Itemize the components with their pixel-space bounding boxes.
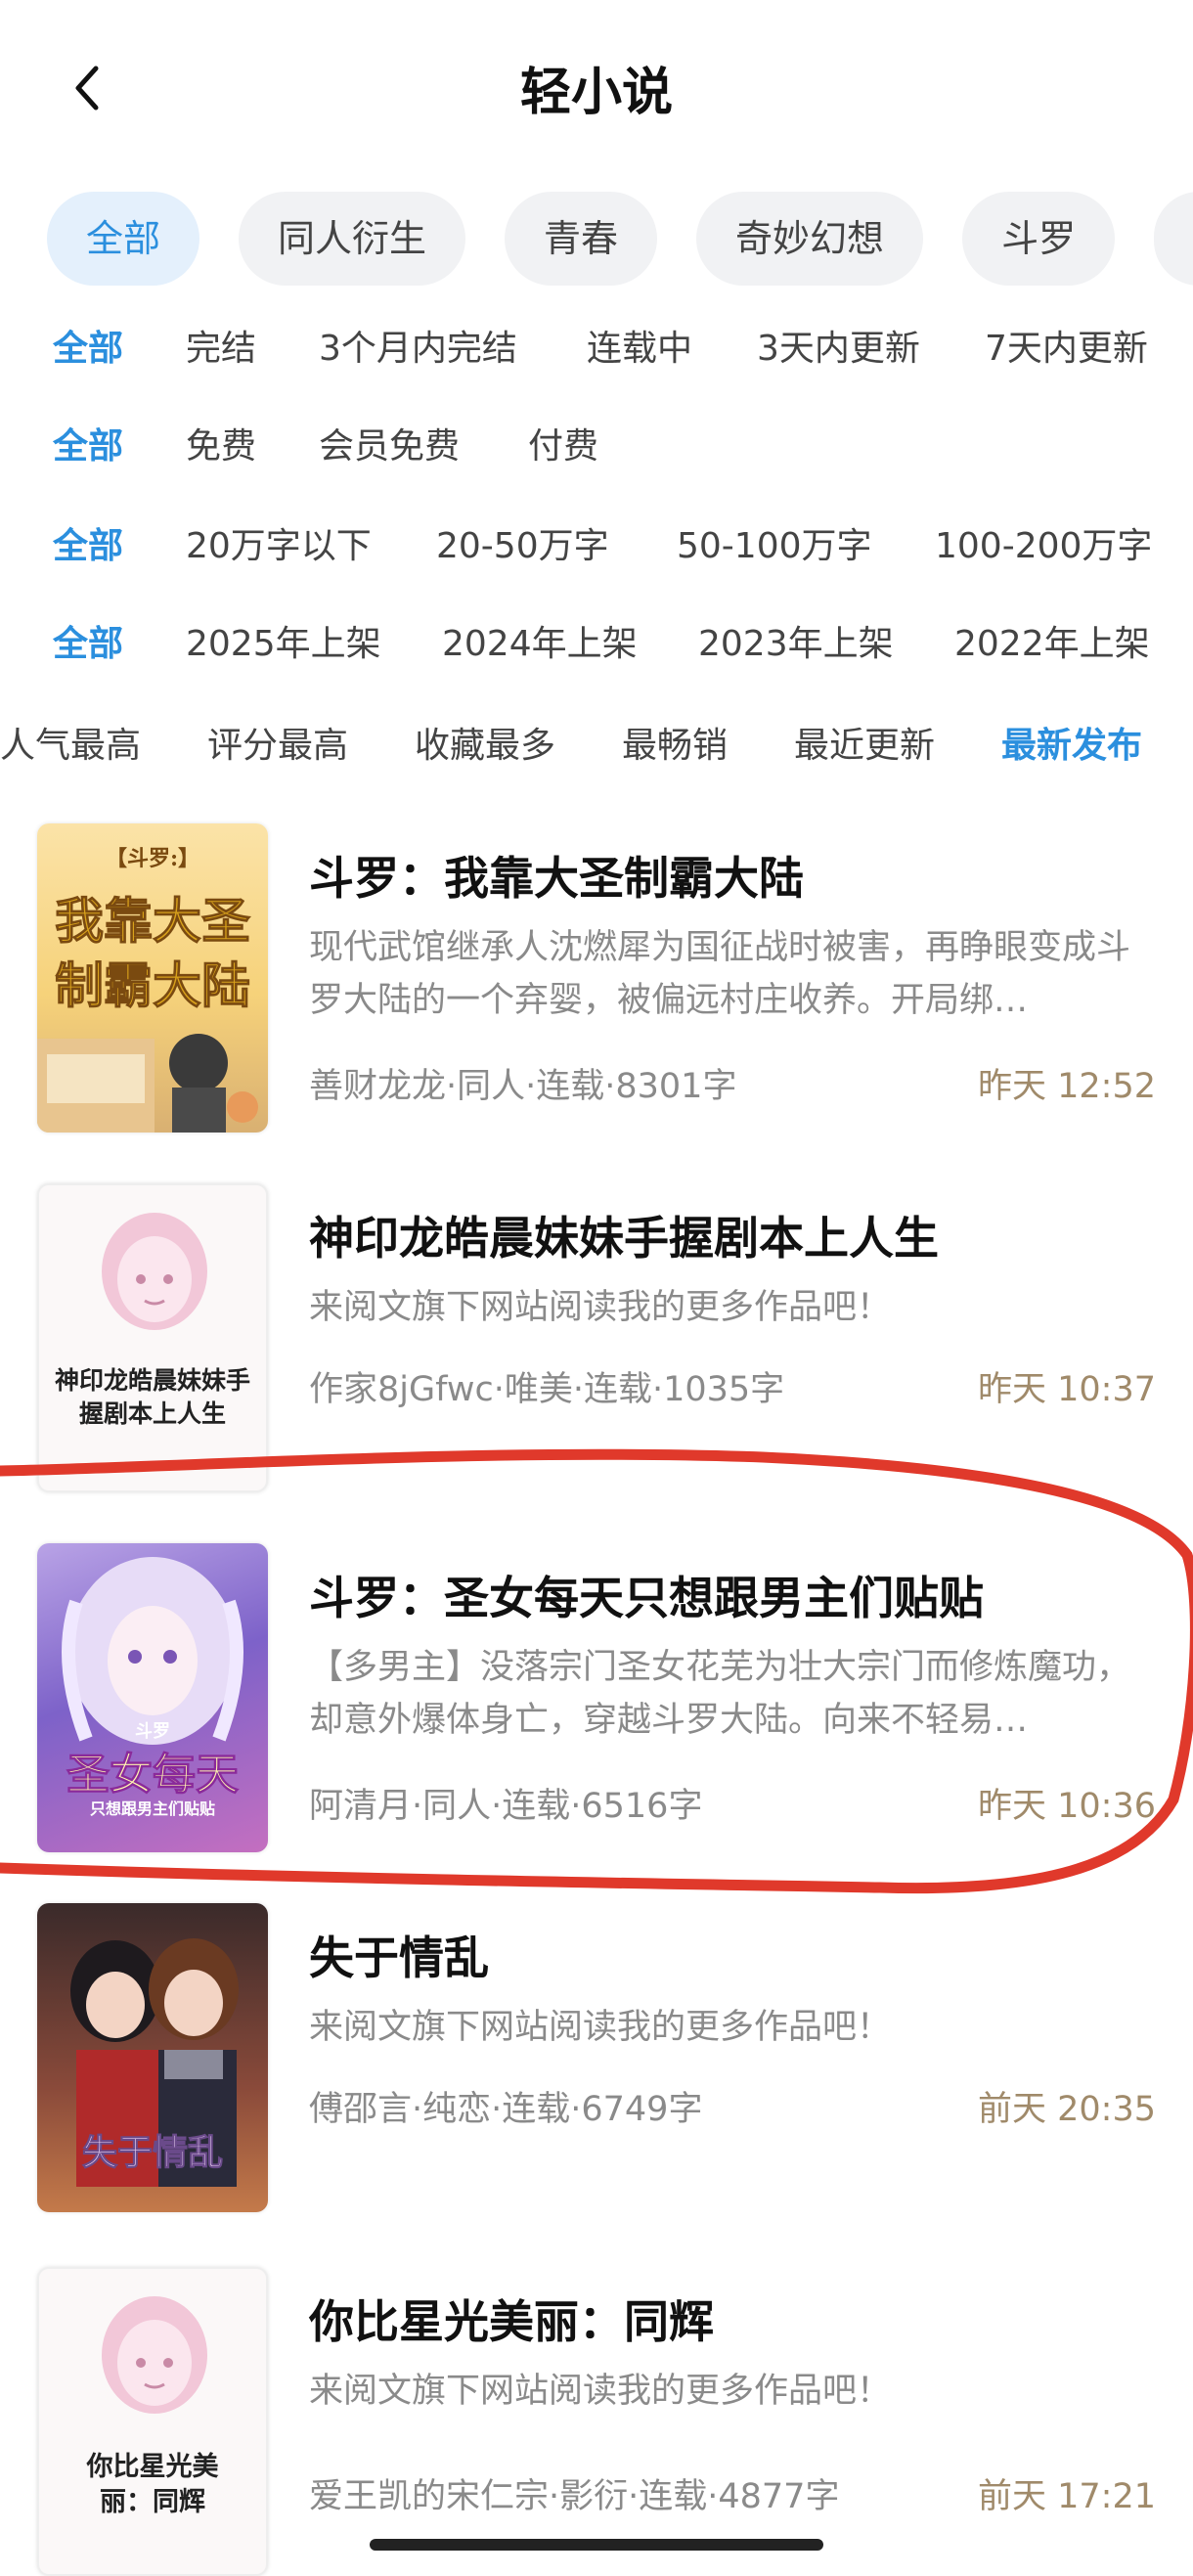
page-title: 轻小说 xyxy=(519,64,673,122)
book-item[interactable]: 失于情乱 失于情乱 来阅文旗下网站阅读我的更多作品吧！ 傅邵言·纯恋·连载·67… xyxy=(0,1903,1193,2226)
pill-all[interactable]: 全部 xyxy=(47,192,200,286)
filter-member-free[interactable]: 会员免费 xyxy=(319,413,460,481)
sort-most-popular[interactable]: 人气最高 xyxy=(0,710,141,782)
filter-2023[interactable]: 2023年上架 xyxy=(698,610,894,679)
book-time: 前天 20:35 xyxy=(978,2090,1156,2129)
sort-recently-updated[interactable]: 最近更新 xyxy=(794,710,935,782)
filter-ongoing[interactable]: 连载中 xyxy=(587,315,692,383)
book-meta: 阿清月·同人·连载·6516字 xyxy=(309,1787,703,1826)
filter-updated-7d[interactable]: 7天内更新 xyxy=(985,315,1148,383)
status-filter-row: 全部 完结 3个月内完结 连载中 3天内更新 7天内更新 xyxy=(0,315,1193,383)
cover-illustration xyxy=(37,1034,258,1133)
filter-200k-500k[interactable]: 20-50万字 xyxy=(436,512,609,581)
book-description: 现代武馆继承人沈燃犀为国征战时被害，再睁眼变成斗罗大陆的一个弃婴，被偏远村庄收养… xyxy=(309,928,1131,1020)
filter-price-all[interactable]: 全部 xyxy=(53,413,123,481)
filter-updated-3d[interactable]: 3天内更新 xyxy=(757,315,920,383)
book-time: 前天 17:21 xyxy=(978,2477,1156,2516)
filter-2025[interactable]: 2025年上架 xyxy=(186,610,381,679)
book-cover[interactable]: 失于情乱 xyxy=(37,1903,268,2212)
pill-fantasy[interactable]: 奇妙幻想 xyxy=(696,192,924,286)
book-time: 昨天 12:52 xyxy=(978,1067,1156,1106)
sort-best-selling[interactable]: 最畅销 xyxy=(622,710,728,782)
book-meta: 爱王凯的宋仁宗·影衍·连载·4877字 xyxy=(309,2477,840,2516)
pill-youth[interactable]: 青春 xyxy=(505,192,658,286)
filter-paid[interactable]: 付费 xyxy=(528,413,598,481)
length-filter-row: 全部 20万字以下 20-50万字 50-100万字 100-200万字 xyxy=(0,512,1193,581)
cover-face-illustration xyxy=(102,1213,207,1330)
book-cover[interactable]: 你比星光美 丽：同辉 xyxy=(37,2267,268,2576)
book-meta: 作家8jGfwc·唯美·连载·1035字 xyxy=(309,1370,785,1409)
book-meta: 傅邵言·纯恋·连载·6749字 xyxy=(309,2090,703,2129)
book-item[interactable]: 你比星光美 丽：同辉 你比星光美丽：同辉 来阅文旗下网站阅读我的更多作品吧！ 爱… xyxy=(0,2267,1193,2576)
filter-completed[interactable]: 完结 xyxy=(186,315,256,383)
book-title[interactable]: 失于情乱 xyxy=(309,1923,489,1987)
book-cover[interactable]: 神印龙皓晨妹妹手 握剧本上人生 xyxy=(37,1183,268,1492)
book-item[interactable]: 【斗罗:】 我靠大圣 制霸大陆 斗罗：我靠大圣制霸大陆 现代武馆继承人沈燃犀为国… xyxy=(0,823,1193,1146)
book-cover[interactable]: 【斗罗:】 我靠大圣 制霸大陆 xyxy=(37,823,268,1133)
book-meta: 善财龙龙·同人·连载·8301字 xyxy=(309,1067,737,1106)
filter-2022[interactable]: 2022年上架 xyxy=(954,610,1150,679)
year-filter-row: 全部 2025年上架 2024年上架 2023年上架 2022年上架 xyxy=(0,610,1193,679)
cover-face-illustration xyxy=(102,2296,207,2414)
filter-under-200k[interactable]: 20万字以下 xyxy=(186,512,372,581)
book-item[interactable]: 神印龙皓晨妹妹手 握剧本上人生 神印龙皓晨妹妹手握剧本上人生 来阅文旗下网站阅读… xyxy=(0,1183,1193,1506)
filter-free[interactable]: 免费 xyxy=(186,413,256,481)
book-title[interactable]: 斗罗：圣女每天只想跟男主们贴贴 xyxy=(309,1563,984,1627)
filter-2024[interactable]: 2024年上架 xyxy=(442,610,638,679)
app-header: 轻小说 xyxy=(0,0,1193,176)
filter-1m-2m[interactable]: 100-200万字 xyxy=(935,512,1152,581)
home-indicator[interactable] xyxy=(370,2539,823,2551)
pill-more[interactable] xyxy=(1154,192,1193,286)
filter-year-all[interactable]: 全部 xyxy=(53,610,123,679)
book-time: 昨天 10:36 xyxy=(978,1787,1156,1826)
sort-top-rated[interactable]: 评分最高 xyxy=(207,710,348,782)
book-title[interactable]: 你比星光美丽：同辉 xyxy=(309,2287,714,2351)
pill-douluo[interactable]: 斗罗 xyxy=(962,192,1116,286)
book-title[interactable]: 神印龙皓晨妹妹手握剧本上人生 xyxy=(309,1203,939,1267)
filter-length-all[interactable]: 全部 xyxy=(53,512,123,581)
category-pill-bar: 全部 同人衍生 青春 奇妙幻想 斗罗 xyxy=(47,192,1193,286)
book-description: 来阅文旗下网站阅读我的更多作品吧！ xyxy=(309,2372,892,2411)
sort-tab-bar: 人气最高 评分最高 收藏最多 最畅销 最近更新 最新发布 xyxy=(0,710,1193,782)
price-filter-row: 全部 免费 会员免费 付费 xyxy=(0,413,1193,481)
sort-newest[interactable]: 最新发布 xyxy=(1001,710,1142,782)
filter-status-all[interactable]: 全部 xyxy=(53,315,123,383)
filter-500k-1m[interactable]: 50-100万字 xyxy=(677,512,872,581)
book-time: 昨天 10:37 xyxy=(978,1370,1156,1409)
sort-most-favorited[interactable]: 收藏最多 xyxy=(415,710,555,782)
book-description: 【多男主】没落宗门圣女花芜为壮大宗门而修炼魔功，却意外爆体身亡，穿越斗罗大陆。向… xyxy=(309,1648,1131,1740)
book-item[interactable]: 斗罗 圣女每天 只想跟男主们贴贴 斗罗：圣女每天只想跟男主们贴贴 【多男主】没落… xyxy=(0,1543,1193,1866)
pill-fan-fiction[interactable]: 同人衍生 xyxy=(239,192,466,286)
book-title[interactable]: 斗罗：我靠大圣制霸大陆 xyxy=(309,843,804,908)
book-cover[interactable]: 斗罗 圣女每天 只想跟男主们贴贴 xyxy=(37,1543,268,1852)
filter-completed-3m[interactable]: 3个月内完结 xyxy=(319,315,517,383)
